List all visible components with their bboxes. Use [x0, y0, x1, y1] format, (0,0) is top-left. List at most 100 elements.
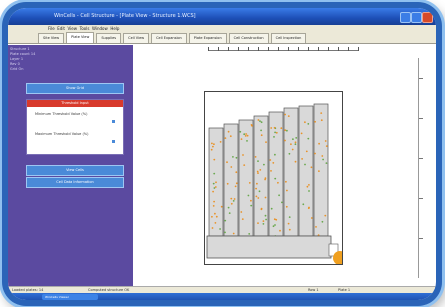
- measurement-dot: [214, 186, 217, 188]
- ruler-tick: [238, 47, 239, 51]
- measurement-dot: [240, 138, 243, 140]
- measurement-dot: [295, 137, 298, 139]
- measurement-dot: [308, 190, 310, 192]
- measurement-dot: [246, 134, 249, 137]
- measurement-dot: [260, 134, 263, 137]
- measurement-dot: [258, 190, 261, 193]
- measurement-dot: [259, 120, 261, 122]
- tab-cell-view[interactable]: Cell View: [123, 33, 150, 43]
- measurement-dot: [286, 189, 288, 192]
- measurement-dot: [211, 142, 213, 145]
- ruler-tick: [228, 47, 229, 51]
- measurement-dot: [273, 136, 275, 138]
- measurement-dot: [220, 205, 223, 208]
- measurement-dot: [280, 127, 283, 130]
- measurement-dot: [248, 182, 251, 184]
- base-plate: [206, 235, 332, 259]
- measurement-dot: [241, 218, 244, 220]
- plate-drawing[interactable]: [204, 91, 347, 265]
- measurement-dot: [321, 155, 324, 157]
- measurement-dot: [274, 224, 276, 226]
- ruler-tick: [218, 47, 219, 51]
- measurement-dot: [310, 217, 313, 219]
- tab-strip: Site View Plate View Supplies Cell View …: [8, 32, 436, 44]
- ruler-tick: [208, 47, 209, 51]
- measurement-dot: [246, 140, 248, 142]
- measurement-dot: [314, 152, 316, 155]
- menu-item-help[interactable]: Help: [110, 26, 119, 31]
- cell-data-button[interactable]: Cell Data Information: [26, 177, 124, 188]
- window-title: WinCells - Cell Structure - [Plate View …: [54, 13, 196, 19]
- cell-plate: [223, 123, 239, 237]
- measurement-dot: [287, 222, 290, 225]
- measurement-dot: [213, 172, 216, 175]
- measurement-dot: [285, 205, 288, 208]
- measurement-dot: [320, 112, 323, 114]
- maximize-icon[interactable]: [411, 12, 422, 23]
- measurement-dot: [257, 197, 260, 199]
- maximum-threshold-label: Maximum Threshold Value (%): [35, 132, 89, 136]
- tab-cell-expansion[interactable]: Cell Expansion: [151, 33, 187, 43]
- measurement-dot: [275, 131, 278, 134]
- measurement-dot: [305, 150, 308, 153]
- menu-item-tools[interactable]: Tools: [80, 26, 90, 31]
- measurement-dot: [235, 156, 238, 159]
- show-grid-button[interactable]: Show Grid: [26, 83, 124, 94]
- menu-item-file[interactable]: File: [48, 26, 55, 31]
- maximum-threshold-spinner[interactable]: [112, 140, 115, 143]
- title-bar: WinCells - Cell Structure - [Plate View …: [8, 8, 436, 25]
- measurement-dot: [230, 197, 233, 200]
- taskbar: WinCells Viewer: [8, 293, 436, 300]
- measurement-dot: [278, 194, 280, 197]
- close-icon[interactable]: [422, 12, 433, 23]
- menu-item-window[interactable]: Window: [92, 26, 108, 31]
- tab-plate-view[interactable]: Plate View: [66, 32, 95, 43]
- measurement-dot: [257, 119, 260, 121]
- threshold-panel: Threshold Input Minimum Threshold Value …: [26, 99, 124, 155]
- tab-cell-inspection[interactable]: Cell Inspection: [270, 33, 307, 43]
- measurement-dot: [240, 211, 243, 213]
- ruler-tick: [268, 47, 269, 51]
- ruler-tick: [288, 47, 289, 51]
- minimum-threshold-label: Minimum Threshold Value (%): [35, 112, 88, 116]
- measurement-dot: [324, 140, 327, 142]
- right-ruler: [418, 58, 425, 278]
- measurement-dot: [254, 156, 257, 158]
- view-cells-button[interactable]: View Cells: [26, 165, 124, 176]
- tab-cell-construction[interactable]: Cell Construction: [228, 33, 269, 43]
- measurement-dot: [262, 220, 265, 223]
- measurement-dot: [227, 206, 230, 209]
- measurement-dot: [264, 214, 267, 217]
- measurement-dot: [257, 160, 259, 162]
- info-line: Grid On: [10, 67, 24, 71]
- minimize-icon[interactable]: [400, 12, 411, 23]
- measurement-dot: [250, 199, 252, 202]
- measurement-dot: [265, 218, 267, 221]
- tab-site-view[interactable]: Site View: [38, 33, 65, 43]
- measurement-dot: [257, 222, 259, 225]
- measurement-dot: [242, 154, 244, 156]
- taskbar-active-app[interactable]: WinCells Viewer: [42, 294, 98, 300]
- menu-item-view[interactable]: View: [68, 26, 78, 31]
- measurement-dot: [277, 181, 279, 184]
- measurement-dot: [284, 139, 286, 142]
- measurement-dot: [264, 177, 267, 180]
- minimum-threshold-spinner[interactable]: [112, 120, 115, 123]
- measurement-dot: [320, 119, 323, 122]
- measurement-dot: [224, 219, 227, 222]
- measurement-dot: [315, 226, 317, 228]
- measurement-dot: [301, 158, 303, 160]
- ruler-tick: [258, 47, 259, 51]
- measurement-dot: [304, 121, 306, 124]
- measurement-dot: [239, 130, 242, 133]
- measurement-dot: [308, 184, 310, 186]
- tab-plate-expansion[interactable]: Plate Expansion: [188, 33, 227, 43]
- measurement-dot: [260, 121, 263, 124]
- tab-supplies[interactable]: Supplies: [96, 33, 122, 43]
- cell-plate: [268, 111, 284, 237]
- measurement-dot: [284, 129, 287, 132]
- measurement-dot: [255, 187, 257, 190]
- menu-item-edit[interactable]: Edit: [57, 26, 65, 31]
- measurement-dot: [270, 207, 273, 210]
- measurement-dot: [273, 126, 276, 129]
